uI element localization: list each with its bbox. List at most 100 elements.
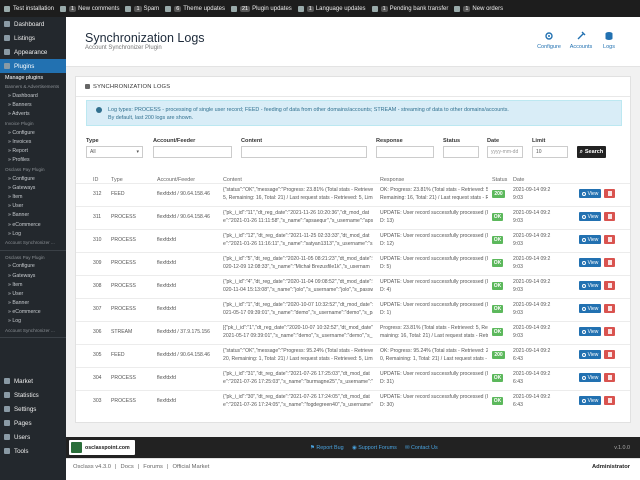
table-row: 310 PROCESS flexfdxfd {"pk_i_id":"12","dt_r… [76, 229, 630, 252]
accounts-label: Accounts [569, 44, 593, 50]
delete-button[interactable] [604, 189, 615, 198]
support-forums-link[interactable]: ◉ Support Forums [352, 445, 397, 451]
delete-button[interactable] [604, 304, 615, 313]
account-filter-input[interactable] [153, 146, 232, 158]
log-date: 2021-09-14 09:2 9:03 [513, 187, 575, 202]
view-button[interactable]: View [579, 327, 601, 336]
sidebar-sub-banner[interactable]: » Banner [0, 211, 66, 220]
sidebar-sub-profiles[interactable]: » Profiles [0, 156, 66, 165]
limit-filter-input[interactable]: 10 [532, 146, 568, 158]
delete-button[interactable] [604, 327, 615, 336]
sidebar-sub-dashboard[interactable]: » Dashboard [0, 91, 66, 100]
topbar-item-language-updates[interactable]: 1 Language updates [297, 5, 366, 12]
delete-button[interactable] [604, 350, 615, 359]
delete-button[interactable] [604, 373, 615, 382]
sidebar-item-dashboard[interactable]: Dashboard [0, 17, 66, 31]
log-content-line: 2021-05-17 09:39:01","s_name":"demo","s_… [223, 332, 373, 339]
accounts-button[interactable]: Accounts [566, 31, 596, 50]
sidebar-item-appearance[interactable]: Appearance [0, 45, 66, 59]
log-id: 304 [93, 375, 102, 381]
sidebar-sub-gateways[interactable]: » Gateways [0, 183, 66, 192]
sidebar-item-label: Plugins [14, 62, 35, 70]
configure-button[interactable]: Configure [534, 31, 564, 50]
sidebar-item-listings[interactable]: Listings [0, 31, 66, 45]
view-button[interactable]: View [579, 304, 601, 313]
sidebar-item-market[interactable]: Market [0, 374, 66, 388]
search-button[interactable]: ⌕ Search [577, 146, 606, 158]
view-button[interactable]: View [579, 350, 601, 359]
log-content-line: e":"2021-07-26 17:24:05","s_name":"fogde… [223, 401, 373, 408]
view-button[interactable]: View [579, 189, 601, 198]
sidebar-sub-item[interactable]: » Item [0, 280, 66, 289]
view-button[interactable]: View [579, 235, 601, 244]
admin-user[interactable]: Administrator [592, 464, 630, 470]
sidebar-sub-manage-plugins[interactable]: Manage plugins [0, 73, 66, 82]
view-label: View [587, 236, 599, 243]
type-filter-select[interactable]: All ▾ [86, 146, 143, 158]
sidebar-sub-configure[interactable]: » Configure [0, 262, 66, 271]
sidebar-sub-banners[interactable]: » Banners [0, 101, 66, 110]
status-filter-input[interactable] [443, 146, 479, 158]
topbar-item-pending-bank-transfer[interactable]: 1 Pending bank transfer [371, 5, 448, 12]
sidebar-sub-gateways[interactable]: » Gateways [0, 271, 66, 280]
sidebar-sub-user[interactable]: » User [0, 202, 66, 211]
settings-icon [4, 406, 10, 412]
logs-button[interactable]: Logs [594, 31, 624, 50]
delete-button[interactable] [604, 258, 615, 267]
topbar-item-test-installation[interactable]: Test installation [4, 5, 54, 12]
sidebar-sub-log[interactable]: » Log [0, 317, 66, 326]
sidebar-sub-invoices[interactable]: » Invoices [0, 137, 66, 146]
delete-button[interactable] [604, 396, 615, 405]
footer-link-docs[interactable]: Docs [121, 464, 134, 470]
log-date-line: 2021-09-14 09:2 [513, 279, 551, 285]
sidebar-item-label: Appearance [14, 48, 48, 56]
sidebar-sub-item[interactable]: » Item [0, 192, 66, 201]
sidebar-item-pages[interactable]: Pages [0, 416, 66, 430]
log-account: flexfdxfd / 90.64.158.46 [157, 352, 210, 358]
log-date: 2021-09-14 09:2 6:43 [513, 348, 575, 363]
topbar-item-new-orders[interactable]: 1 New orders [454, 5, 503, 12]
sidebar-item-statistics[interactable]: Statistics [0, 388, 66, 402]
sidebar-sub-user[interactable]: » User [0, 289, 66, 298]
sidebar-sub-log[interactable]: » Log [0, 229, 66, 238]
footer-link-official-market[interactable]: Official Market [172, 464, 209, 470]
delete-button[interactable] [604, 235, 615, 244]
delete-button[interactable] [604, 281, 615, 290]
contact-us-link[interactable]: ✉ Contact Us [405, 445, 438, 451]
view-button[interactable]: View [579, 373, 601, 382]
sidebar-sub-adverts[interactable]: » Adverts [0, 110, 66, 119]
response-filter-input[interactable] [376, 146, 434, 158]
sidebar-item-settings[interactable]: Settings [0, 402, 66, 416]
search-label: Search [584, 149, 604, 155]
type-filter-value: All [90, 149, 96, 155]
sidebar-sub-ecommerce[interactable]: » eCommerce [0, 220, 66, 229]
topbar-item-plugin-updates[interactable]: 21 Plugin updates [230, 5, 292, 12]
view-button[interactable]: View [579, 281, 601, 290]
report-bug-link[interactable]: ⚑ Report Bug [310, 445, 344, 451]
footer-link-osclass-v4-3-0[interactable]: Osclass v4.3.0 [73, 464, 111, 470]
view-button[interactable]: View [579, 396, 601, 405]
log-response: UPDATE: User record successfully process… [380, 371, 488, 386]
log-date: 2021-09-14 09:2 9:03 [513, 233, 575, 248]
content-filter-label: Content [241, 138, 263, 144]
topbar-item-theme-updates[interactable]: 6 Theme updates [165, 5, 225, 12]
log-content-line: [{"pk_i_id":"1","dt_reg_date":"2020-10-0… [223, 325, 373, 331]
sidebar-sub-banner[interactable]: » Banner [0, 299, 66, 308]
topbar-item-new-comments[interactable]: 1 New comments [60, 5, 119, 12]
sidebar-sub-report[interactable]: » Report [0, 147, 66, 156]
sidebar-sub-configure[interactable]: » Configure [0, 174, 66, 183]
delete-button[interactable] [604, 212, 615, 221]
view-button[interactable]: View [579, 258, 601, 267]
content-filter-input[interactable] [241, 146, 367, 158]
date-filter-input[interactable]: yyyy-mm-dd [487, 146, 523, 158]
sidebar-item-users[interactable]: Users [0, 430, 66, 444]
osclasspoint-logo[interactable]: osclasspoint.com [69, 440, 135, 455]
view-button[interactable]: View [579, 212, 601, 221]
sidebar-item-plugins[interactable]: Plugins [0, 59, 66, 73]
topbar-item-spam[interactable]: 1 Spam [125, 5, 159, 12]
sidebar-sub-ecommerce[interactable]: » eCommerce [0, 308, 66, 317]
log-content-line: {"pk_i_id":"31","dt_reg_date":"2021-07-2… [223, 371, 370, 377]
footer-link-forums[interactable]: Forums [143, 464, 163, 470]
sidebar-sub-configure[interactable]: » Configure [0, 128, 66, 137]
sidebar-item-tools[interactable]: Tools [0, 444, 66, 458]
